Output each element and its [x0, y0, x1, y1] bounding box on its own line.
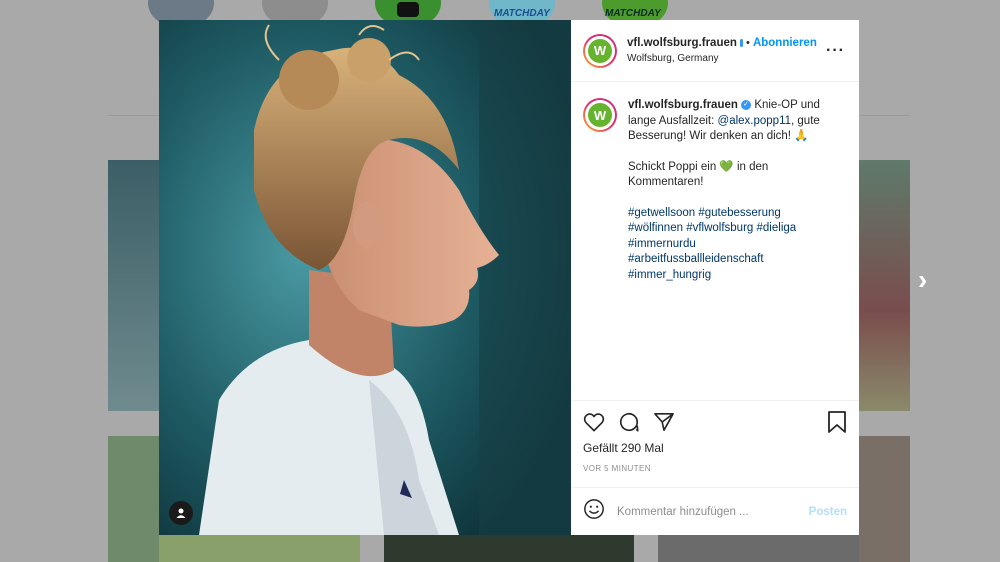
post-side-panel: W vfl.wolfsburg.frauen • Abonnieren Wolf…: [571, 20, 859, 535]
emoji-icon[interactable]: [583, 498, 605, 525]
comment-bar: Posten: [571, 487, 859, 535]
post-modal: W vfl.wolfsburg.frauen • Abonnieren Wolf…: [159, 20, 859, 535]
grid-post-thumbnail[interactable]: [384, 535, 634, 562]
hashtag-link[interactable]: #vflwolfsburg: [686, 222, 753, 234]
caption-avatar[interactable]: W: [583, 98, 617, 132]
grid-post-thumbnail[interactable]: [859, 160, 910, 411]
hashtag-link[interactable]: #gutebesserung: [698, 207, 780, 219]
post-actions: Gefällt 290 Mal VOR 5 MINUTEN: [571, 400, 859, 487]
comment-bubble-icon[interactable]: [618, 411, 640, 433]
likes-count[interactable]: Gefällt 290 Mal: [583, 441, 847, 455]
post-photo[interactable]: [159, 20, 571, 535]
caption-text: Schickt Poppi ein: [628, 160, 717, 173]
hashtag-link[interactable]: #dieliga: [757, 222, 797, 234]
post-timestamp: VOR 5 MINUTEN: [583, 464, 651, 473]
wolfsburg-logo-icon: W: [588, 103, 612, 127]
hashtag-link[interactable]: #arbeitfussballleidenschaft: [628, 253, 764, 265]
wolfsburg-logo-icon: W: [588, 38, 612, 63]
follow-button[interactable]: Abonnieren: [753, 37, 817, 49]
save-bookmark-icon[interactable]: [827, 411, 847, 433]
player-portrait-illustration: [159, 20, 571, 535]
more-options-icon[interactable]: ···: [826, 42, 845, 60]
hashtag-link[interactable]: #immer_hungrig: [628, 269, 711, 281]
mention-link[interactable]: @alex.popp11: [718, 115, 792, 127]
grid-post-thumbnail[interactable]: [658, 535, 859, 562]
profile-avatar[interactable]: W: [583, 33, 617, 68]
post-comment-button[interactable]: Posten: [809, 506, 847, 518]
hashtag-link[interactable]: #immernurdu: [628, 238, 696, 250]
comment-input[interactable]: [617, 505, 809, 518]
verified-badge-icon: [739, 39, 743, 48]
separator: •: [746, 37, 750, 49]
next-post-arrow-icon[interactable]: ›: [918, 264, 927, 296]
username-link[interactable]: vfl.wolfsburg.frauen: [627, 37, 737, 49]
grid-post-thumbnail[interactable]: [108, 436, 159, 562]
user-tag-button[interactable]: [169, 501, 193, 525]
story-label: MATCHDAY: [494, 8, 550, 19]
story-label: MATCHDAY: [605, 8, 661, 19]
verified-badge-icon: ✓: [741, 99, 752, 110]
like-heart-icon[interactable]: [583, 412, 605, 432]
caption-username[interactable]: vfl.wolfsburg.frauen: [628, 99, 738, 111]
youtube-icon: [397, 2, 419, 17]
share-paper-plane-icon[interactable]: [653, 412, 675, 432]
post-caption: W vfl.wolfsburg.frauen ✓ Knie-OP und lan…: [571, 82, 859, 400]
hashtag-link[interactable]: #getwellsoon: [628, 207, 695, 219]
location-link[interactable]: Wolfsburg, Germany: [627, 53, 817, 64]
grid-post-thumbnail[interactable]: [159, 535, 360, 562]
post-header: W vfl.wolfsburg.frauen • Abonnieren Wolf…: [571, 20, 859, 82]
hashtag-link[interactable]: #wölfinnen: [628, 222, 683, 234]
green-heart-emoji: 💚: [719, 160, 734, 173]
grid-post-thumbnail[interactable]: [108, 160, 159, 411]
grid-post-thumbnail[interactable]: [859, 436, 910, 562]
person-icon: [176, 508, 186, 518]
